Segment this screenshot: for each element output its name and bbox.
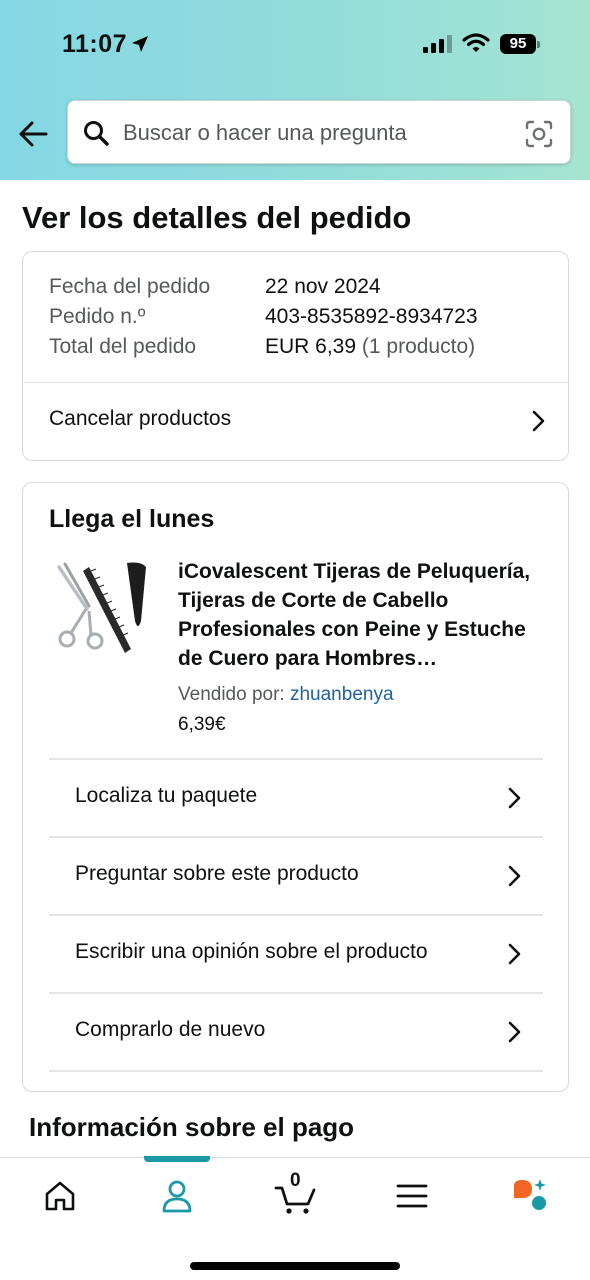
account-icon[interactable] [157,1176,197,1216]
divider [49,1070,543,1072]
rufus-assistant-icon[interactable] [510,1176,550,1216]
buy-again-button[interactable]: Comprarlo de nuevo [49,992,543,1070]
home-icon[interactable] [40,1176,80,1216]
shipment-card: Llega el lunes iCovalescent Tijeras de P… [22,482,569,1092]
track-package-label: Localiza tu paquete [75,784,258,807]
wifi-icon [462,33,490,52]
status-time: 11:07 [62,30,128,58]
buy-again-label: Comprarlo de nuevo [75,1018,266,1041]
write-review-button[interactable]: Escribir una opinión sobre el producto [49,914,543,992]
back-arrow-icon[interactable] [14,114,54,154]
chevron-right-icon [532,410,545,432]
order-date-value: 22 nov 2024 [265,275,381,298]
chevron-right-icon [508,787,521,809]
order-total-count: (1 producto) [361,335,476,358]
battery-level: 95 [500,34,536,54]
ask-product-question-button[interactable]: Preguntar sobre este producto [49,836,543,914]
battery-nub [537,41,540,48]
camera-scan-icon[interactable] [524,119,554,149]
order-total: EUR 6,39 (1 producto) [265,335,475,359]
order-total-value: EUR 6,39 [265,335,357,358]
product-title-link[interactable]: iCovalescent Tijeras de Peluquería, Tije… [178,557,548,673]
location-arrow-icon [132,36,148,52]
ask-product-question-label: Preguntar sobre este producto [75,862,359,885]
page-title: Ver los detalles del pedido [22,200,412,235]
seller-link[interactable]: zhuanbenya [290,684,394,705]
chevron-right-icon [508,943,521,965]
nav-active-indicator [144,1156,210,1162]
chevron-right-icon [508,1021,521,1043]
cellular-signal-icon [423,35,452,53]
order-total-label: Total del pedido [49,335,197,358]
home-indicator [190,1262,400,1270]
payment-info-heading: Información sobre el pago [29,1112,355,1142]
battery-indicator: 95 [500,34,540,54]
bottom-nav: 0 [0,1156,590,1280]
order-number-value: 403-8535892-8934723 [265,305,478,328]
write-review-label: Escribir una opinión sobre el producto [75,940,428,963]
product-image[interactable] [51,559,153,657]
arrival-heading: Llega el lunes [49,505,215,533]
order-date-label: Fecha del pedido [49,275,211,298]
sold-by: Vendido por: zhuanbenya [178,684,394,706]
search-icon [84,121,109,146]
menu-icon[interactable] [392,1176,432,1216]
order-number-label: Pedido n.º [49,305,146,328]
chevron-right-icon [508,865,521,887]
cancel-products-button[interactable]: Cancelar productos [23,383,568,461]
order-summary-card: Fecha del pedido 22 nov 2024 Pedido n.º … [22,251,569,461]
cancel-products-label: Cancelar productos [49,407,232,430]
search-bar[interactable] [67,100,571,164]
track-package-button[interactable]: Localiza tu paquete [49,758,543,836]
sold-by-label: Vendido por: [178,684,285,705]
cart-count: 0 [290,1170,301,1191]
app-header: 11:07 95 [0,0,590,180]
search-input[interactable] [123,115,513,151]
product-price: 6,39€ [178,714,226,735]
